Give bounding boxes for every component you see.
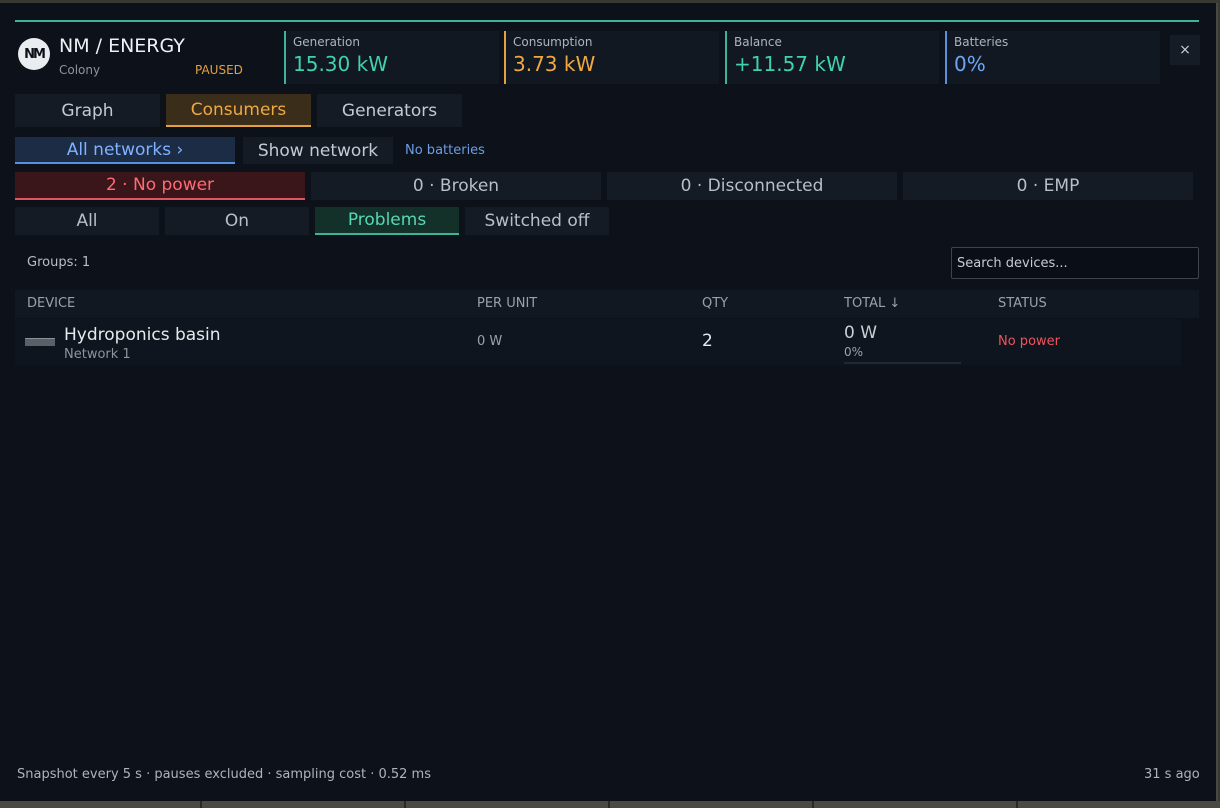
colony-label: Colony (59, 63, 101, 77)
device-name: Hydroponics basin (64, 325, 221, 345)
paused-badge: PAUSED (195, 63, 243, 77)
stat-value: 0% (954, 52, 986, 76)
col-qty[interactable]: QTY (702, 296, 728, 311)
no-batteries-label: No batteries (405, 143, 485, 158)
device-status: No power (998, 334, 1060, 349)
hydroponics-basin-icon (25, 338, 55, 346)
tab-consumers[interactable]: Consumers (166, 94, 311, 127)
chip-emp[interactable]: 0 · EMP (903, 172, 1193, 200)
stat-consumption: Consumption 3.73 kW (504, 31, 719, 84)
tab-graph[interactable]: Graph (15, 94, 160, 127)
stat-batteries: Batteries 0% (945, 31, 1160, 84)
table-header: DEVICE PER UNIT QTY TOTAL ↓ STATUS (15, 290, 1199, 318)
stat-label: Consumption (513, 35, 593, 49)
filter-on[interactable]: On (165, 207, 309, 235)
device-total-percent: 0% (844, 345, 864, 359)
stat-balance: Balance +11.57 kW (725, 31, 939, 84)
chip-broken[interactable]: 0 · Broken (311, 172, 601, 200)
device-per-unit: 0 W (477, 334, 503, 349)
tab-generators[interactable]: Generators (317, 94, 462, 127)
energy-window: NM NM / ENERGY Colony PAUSED Generation … (0, 3, 1218, 801)
table-row[interactable]: Hydroponics basin Network 1 0 W 2 0 W 0%… (15, 319, 1181, 365)
stat-label: Generation (293, 35, 360, 49)
groups-count: Groups: 1 (27, 255, 91, 270)
device-qty: 2 (702, 331, 713, 351)
filter-problems[interactable]: Problems (315, 207, 459, 235)
close-button[interactable]: × (1170, 35, 1200, 65)
window-title: NM / ENERGY (59, 35, 185, 57)
col-per-unit[interactable]: PER UNIT (477, 296, 537, 311)
accent-line (15, 20, 1199, 22)
show-network-button[interactable]: Show network (243, 137, 393, 164)
device-network: Network 1 (64, 347, 131, 362)
all-networks-button[interactable]: All networks › (15, 137, 235, 164)
total-share-bar (844, 362, 961, 364)
search-input[interactable] (951, 247, 1199, 279)
stat-value: +11.57 kW (734, 52, 846, 76)
taskbar-strip (0, 801, 1220, 808)
snapshot-info: Snapshot every 5 s · pauses excluded · s… (17, 767, 431, 782)
chip-no-power[interactable]: 2 · No power (15, 172, 305, 200)
colony-logo-icon: NM (18, 38, 50, 70)
stat-label: Balance (734, 35, 782, 49)
stat-label: Batteries (954, 35, 1009, 49)
filter-switched-off[interactable]: Switched off (465, 207, 609, 235)
chip-disconnected[interactable]: 0 · Disconnected (607, 172, 897, 200)
stat-generation: Generation 15.30 kW (284, 31, 499, 84)
col-total[interactable]: TOTAL ↓ (844, 296, 900, 311)
device-total: 0 W (844, 323, 878, 343)
col-device[interactable]: DEVICE (27, 296, 75, 311)
last-updated: 31 s ago (1144, 767, 1200, 782)
col-status[interactable]: STATUS (998, 296, 1047, 311)
filter-all[interactable]: All (15, 207, 159, 235)
stat-value: 3.73 kW (513, 52, 596, 76)
stat-value: 15.30 kW (293, 52, 388, 76)
